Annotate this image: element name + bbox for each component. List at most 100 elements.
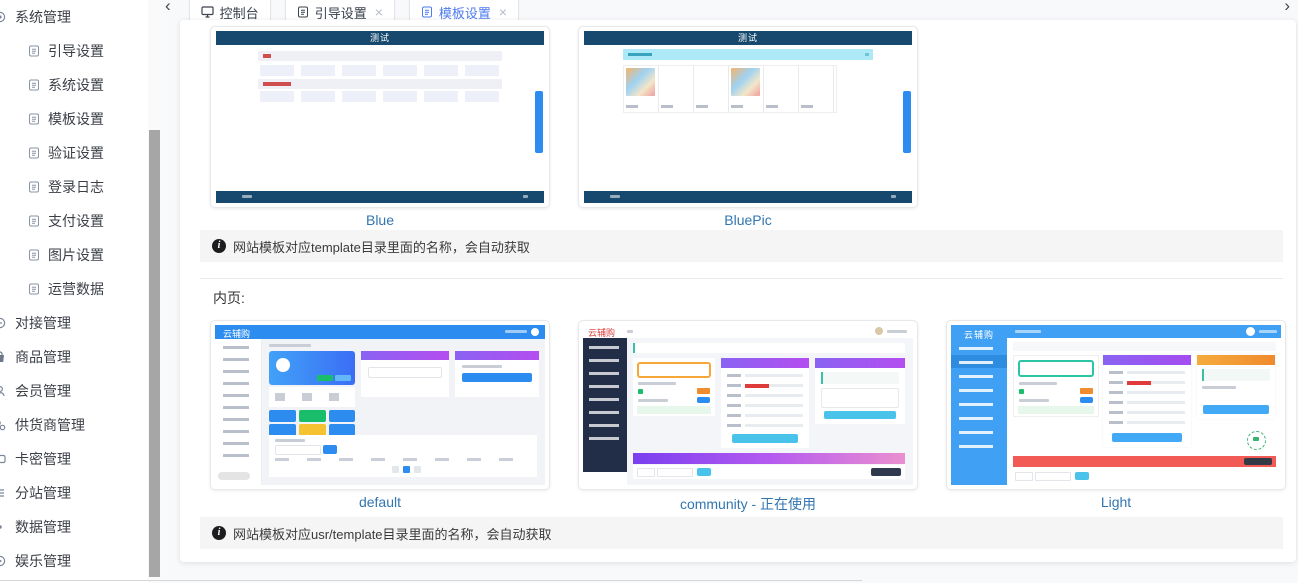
note-button bbox=[1203, 405, 1269, 414]
template-item-bluepic: 测试 bbox=[578, 26, 918, 228]
preview-side-widget bbox=[535, 91, 543, 153]
tab-template-settings[interactable]: 模板设置 × bbox=[409, 0, 519, 20]
sidebar-item-cardkey-management[interactable]: 卡密管理 bbox=[0, 442, 148, 476]
preview-bottom-banner bbox=[633, 453, 905, 464]
template-item-community: 云辅购 bbox=[578, 320, 918, 514]
sidebar-item-operation-data[interactable]: 运营数据 bbox=[0, 272, 148, 306]
sidebar-item-system-management[interactable]: 系统管理 bbox=[0, 0, 148, 34]
sidebar-item-label: 运营数据 bbox=[48, 279, 104, 299]
sidebar-item-guide-settings[interactable]: 引导设置 bbox=[0, 34, 148, 68]
action-chip-orange bbox=[697, 388, 710, 394]
preview-product-cards bbox=[623, 65, 837, 113]
preview-menu-items bbox=[959, 347, 993, 457]
preview-footer-text bbox=[242, 195, 252, 198]
sidebar-item-integration-management[interactable]: 对接管理 bbox=[0, 306, 148, 340]
panel-text bbox=[462, 365, 502, 368]
status-chip-green bbox=[638, 389, 643, 394]
breadcrumb bbox=[269, 344, 311, 347]
preview-sidebar: 云辅购 bbox=[951, 325, 1007, 485]
doc-icon bbox=[28, 283, 40, 295]
action-chip-orange bbox=[1080, 388, 1093, 394]
sidebar-item-verify-settings[interactable]: 验证设置 bbox=[0, 136, 148, 170]
sidebar-item-label: 娱乐管理 bbox=[15, 551, 71, 571]
breadcrumb-bar bbox=[633, 343, 905, 353]
sidebar-item-product-management[interactable]: 商品管理 bbox=[0, 340, 148, 374]
truck-icon bbox=[0, 418, 7, 432]
sidebar-item-data-management[interactable]: 数据管理 bbox=[0, 510, 148, 544]
status-strip-green bbox=[637, 406, 711, 414]
doc-icon bbox=[297, 6, 309, 18]
doc-icon bbox=[28, 79, 40, 91]
close-icon[interactable]: × bbox=[499, 7, 507, 17]
panel-header bbox=[455, 351, 539, 360]
preview-side-widget bbox=[903, 91, 911, 153]
quick-button bbox=[329, 410, 355, 422]
preview-note-panel bbox=[1197, 355, 1275, 419]
preview-search-card bbox=[633, 358, 715, 416]
status-strip-green bbox=[1018, 406, 1094, 414]
filter-select bbox=[1015, 472, 1033, 481]
tabs-scroll-left-icon[interactable]: ‹ bbox=[161, 0, 175, 13]
preview-topbar: 云辅购 bbox=[215, 325, 545, 339]
panel-button bbox=[462, 373, 532, 382]
user-icon bbox=[0, 384, 7, 398]
template-thumbnail-bluepic[interactable]: 测试 bbox=[578, 26, 918, 208]
preview-sidebar bbox=[583, 338, 627, 472]
filter-button bbox=[1075, 472, 1089, 480]
sidebar-item-entertainment-management[interactable]: 娱乐管理 bbox=[0, 544, 148, 578]
product-captions bbox=[626, 105, 826, 108]
badge-glyph bbox=[1253, 437, 1259, 441]
submit-order-button bbox=[732, 434, 799, 443]
info-text: 网站模板对应usr/template目录里面的名称，会自动获取 bbox=[233, 524, 552, 543]
template-thumbnail-blue[interactable]: 测试 bbox=[210, 26, 550, 208]
sidebar-item-label: 供货商管理 bbox=[15, 415, 85, 435]
sidebar-item-image-settings[interactable]: 图片设置 bbox=[0, 238, 148, 272]
preview-footer bbox=[216, 191, 544, 203]
template-thumbnail-default[interactable]: 云辅购 bbox=[210, 320, 550, 490]
sidebar-item-supplier-management[interactable]: 供货商管理 bbox=[0, 408, 148, 442]
panel-header bbox=[721, 358, 809, 368]
panel-select bbox=[368, 367, 442, 378]
note-textarea bbox=[821, 388, 899, 408]
table-columns bbox=[275, 458, 531, 461]
filter-select bbox=[637, 468, 655, 477]
preview-collapse-chip bbox=[218, 472, 250, 480]
template-thumbnail-community[interactable]: 云辅购 bbox=[578, 320, 918, 490]
template-preview-default: 云辅购 bbox=[215, 325, 545, 485]
template-thumbnail-light[interactable]: 云辅购 bbox=[946, 320, 1286, 490]
hamburger-icon bbox=[627, 330, 633, 333]
doc-icon bbox=[28, 249, 40, 261]
preview-chip-blue bbox=[335, 375, 351, 381]
sidebar-item-system-settings[interactable]: 系统设置 bbox=[0, 68, 148, 102]
preview-strip bbox=[258, 51, 502, 61]
close-icon[interactable]: × bbox=[375, 7, 383, 17]
preview-chip-green bbox=[317, 375, 333, 381]
sidebar-item-template-settings[interactable]: 模板设置 bbox=[0, 102, 148, 136]
panel-header bbox=[1197, 355, 1275, 365]
pagination-dark bbox=[1244, 458, 1272, 465]
sidebar-item-payment-settings[interactable]: 支付设置 bbox=[0, 204, 148, 238]
main-area: ‹ 控制台 引导设置 × 模板设置 × › 测试 bbox=[161, 0, 1298, 583]
preview-notice-text bbox=[628, 53, 652, 56]
tab-guide-settings[interactable]: 引导设置 × bbox=[285, 0, 395, 20]
template-name-blue: Blue bbox=[366, 212, 394, 228]
inner-pages-label: 内页: bbox=[213, 288, 245, 308]
preview-title: 测试 bbox=[370, 33, 390, 43]
sidebar-item-label: 模板设置 bbox=[48, 109, 104, 129]
tabs-scroll-right-icon[interactable]: › bbox=[1280, 0, 1294, 13]
preview-bottom-banner bbox=[1013, 456, 1276, 467]
sidebar-item-member-management[interactable]: 会员管理 bbox=[0, 374, 148, 408]
sidebar-scrollbar-thumb[interactable] bbox=[149, 130, 160, 577]
filter-button bbox=[697, 468, 711, 476]
sidebar-item-label: 商品管理 bbox=[15, 347, 71, 367]
sidebar-item-login-logs[interactable]: 登录日志 bbox=[0, 170, 148, 204]
sidebar-item-substation-management[interactable]: 分站管理 bbox=[0, 476, 148, 510]
preview-username bbox=[505, 330, 527, 333]
preview-order-form bbox=[1103, 355, 1191, 447]
sidebar-item-label: 对接管理 bbox=[15, 313, 71, 333]
preview-red-text bbox=[263, 82, 291, 86]
tab-console[interactable]: 控制台 bbox=[189, 0, 271, 20]
preview-bottom-strip bbox=[633, 465, 905, 479]
doc-icon bbox=[28, 113, 40, 125]
window-bottom-edge bbox=[0, 580, 862, 581]
